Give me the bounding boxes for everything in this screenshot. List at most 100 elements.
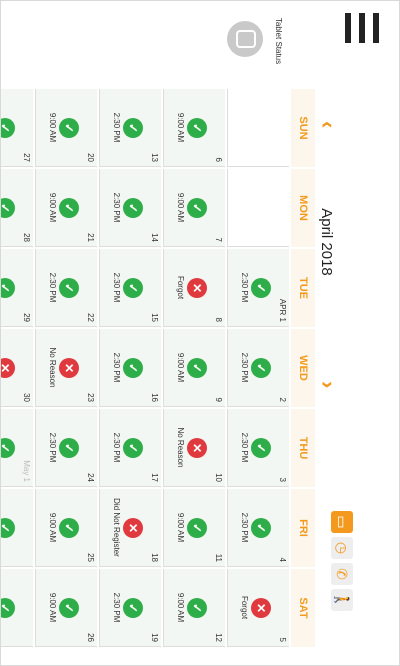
day-number: 21 (86, 233, 95, 242)
check-circle-icon: ✓ (123, 198, 143, 218)
check-circle-icon: ✓ (123, 358, 143, 378)
calendar-day-cell[interactable]: 20 ✓ 9:00 AM (35, 89, 97, 167)
x-circle-icon: ✕ (123, 518, 143, 538)
check-circle-icon: ✓ (0, 438, 15, 458)
x-circle-icon: ✕ (0, 358, 15, 378)
calendar-day-cell[interactable]: ✓ (0, 569, 33, 647)
day-number: 7 (214, 237, 223, 242)
day-status-text: 2:30 PM (112, 272, 121, 303)
calendar-day-cell[interactable]: 21 ✓ 9:00 AM (35, 169, 97, 247)
calendar-day-cell[interactable]: 28 ✓ (0, 169, 33, 247)
day-number: 22 (86, 313, 95, 322)
calendar-day-cell[interactable]: 23 ✕ No Reason (35, 329, 97, 407)
day-status-text: 2:30 PM (112, 192, 121, 223)
weekday-sun: SUN (291, 89, 315, 167)
day-number: 9 (214, 397, 223, 402)
calendar-day-cell[interactable]: ✓ (0, 489, 33, 567)
calendar-day-cell[interactable]: 12 ✓ 9:00 AM (163, 569, 225, 647)
day-number: 6 (214, 157, 223, 162)
calendar-day-cell[interactable]: 16 ✓ 2:30 PM (99, 329, 161, 407)
calendar-day-cell[interactable]: 2 ✓ 2:30 PM (227, 329, 289, 407)
phone-tool-icon[interactable]: ✆ (331, 563, 353, 585)
calendar-day-cell[interactable]: 24 ✓ 2:30 PM (35, 409, 97, 487)
calendar-day-cell[interactable]: 22 ✓ 2:30 PM (35, 249, 97, 327)
tablet-tool-icon[interactable]: ▭ (331, 511, 353, 533)
calendar-day-cell[interactable]: 8 ✕ Forgot (163, 249, 225, 327)
day-status-text: 2:30 PM (240, 352, 249, 383)
calendar-day-cell[interactable]: 17 ✓ 2:30 PM (99, 409, 161, 487)
day-number: APR 1 (278, 298, 287, 322)
calendar-day-cell[interactable]: 27 ✓ (0, 89, 33, 167)
check-circle-icon: ✓ (0, 278, 15, 298)
calendar-day-cell[interactable]: 10 ✕ No Reason (163, 409, 225, 487)
day-number: 4 (278, 557, 287, 562)
month-title: April 2018 (318, 208, 335, 276)
day-status-text: 9:00 AM (176, 512, 185, 543)
calendar-day-cell[interactable]: 4 ✓ 2:30 PM (227, 489, 289, 567)
calendar-day-cell[interactable]: 18 ✕ Did Not Register (99, 489, 161, 567)
calendar-day-cell[interactable]: May 1 ✓ (0, 409, 33, 487)
check-circle-icon: ✓ (187, 598, 207, 618)
calendar-day-cell[interactable]: APR 1 ✓ 2:30 PM (227, 249, 289, 327)
day-status-text: 2:30 PM (240, 512, 249, 543)
calendar-day-cell[interactable]: 19 ✓ 2:30 PM (99, 569, 161, 647)
weekday-thu: THU (291, 409, 315, 487)
screen: ‹ April 2018 › ▭ ◷ ✆ 🚶 SUN MON TUE WED THU FR… (0, 0, 400, 666)
day-status-text: 2:30 PM (112, 592, 121, 623)
weekday-sat: SAT (291, 569, 315, 647)
weekday-wed: WED (291, 329, 315, 407)
calendar-day-cell[interactable]: 26 ✓ 9:00 AM (35, 569, 97, 647)
tablet-status[interactable]: Tablet Status (219, 1, 291, 81)
tablet-icon[interactable] (227, 21, 263, 57)
check-circle-icon: ✓ (59, 198, 79, 218)
day-number: 16 (150, 393, 159, 402)
calendar-day-cell[interactable]: 6 ✓ 9:00 AM (163, 89, 225, 167)
check-circle-icon: ✓ (59, 278, 79, 298)
check-circle-icon: ✓ (59, 438, 79, 458)
calendar-day-cell[interactable] (227, 169, 289, 247)
calendar-day-cell[interactable]: 7 ✓ 9:00 AM (163, 169, 225, 247)
day-number: 30 (22, 393, 31, 402)
day-status-text: 2:30 PM (240, 432, 249, 463)
calendar-app: ‹ April 2018 › ▭ ◷ ✆ 🚶 SUN MON TUE WED THU FR… (0, 0, 400, 666)
day-number: May 1 (22, 460, 31, 482)
clock-tool-icon[interactable]: ◷ (331, 537, 353, 559)
check-circle-icon: ✓ (0, 118, 15, 138)
hamburger-icon[interactable] (343, 13, 379, 43)
calendar-day-cell[interactable]: 30 ✕ (0, 329, 33, 407)
day-number: 5 (278, 637, 287, 642)
day-status-text: 9:00 AM (176, 192, 185, 223)
calendar-day-cell[interactable] (227, 89, 289, 167)
day-status-text: 9:00 AM (176, 352, 185, 383)
day-number: 8 (214, 317, 223, 322)
calendar-day-cell[interactable]: 25 ✓ 9:00 AM (35, 489, 97, 567)
day-status-text: 9:00 AM (176, 112, 185, 143)
day-number: 12 (214, 633, 223, 642)
calendar-day-cell[interactable]: 5 ✕ Forgot (227, 569, 289, 647)
chevron-left-icon[interactable]: ‹ (315, 121, 341, 128)
tablet-status-label: Tablet Status (274, 17, 283, 65)
check-circle-icon: ✓ (251, 518, 271, 538)
check-circle-icon: ✓ (123, 118, 143, 138)
chevron-right-icon[interactable]: › (315, 381, 341, 388)
calendar-day-cell[interactable]: 29 ✓ (0, 249, 33, 327)
day-number: 25 (86, 553, 95, 562)
check-circle-icon: ✓ (0, 198, 15, 218)
day-status-text: Did Not Register (112, 498, 121, 557)
calendar-day-cell[interactable]: 14 ✓ 2:30 PM (99, 169, 161, 247)
calendar-day-cell[interactable]: 11 ✓ 9:00 AM (163, 489, 225, 567)
day-status-text: 2:30 PM (112, 432, 121, 463)
calendar-day-cell[interactable]: 13 ✓ 2:30 PM (99, 89, 161, 167)
calendar-day-cell[interactable]: 3 ✓ 2:30 PM (227, 409, 289, 487)
person-tool-icon[interactable]: 🚶 (331, 589, 353, 611)
calendar-day-cell[interactable]: 15 ✓ 2:30 PM (99, 249, 161, 327)
check-circle-icon: ✓ (187, 518, 207, 538)
day-status-text: 2:30 PM (112, 112, 121, 143)
x-circle-icon: ✕ (251, 598, 271, 618)
weekday-mon: MON (291, 169, 315, 247)
day-status-text: 9:00 AM (176, 592, 185, 623)
day-status-text: Forgot (240, 595, 249, 620)
calendar-day-cell[interactable]: 9 ✓ 9:00 AM (163, 329, 225, 407)
day-status-text: 9:00 AM (48, 592, 57, 623)
check-circle-icon: ✓ (187, 118, 207, 138)
